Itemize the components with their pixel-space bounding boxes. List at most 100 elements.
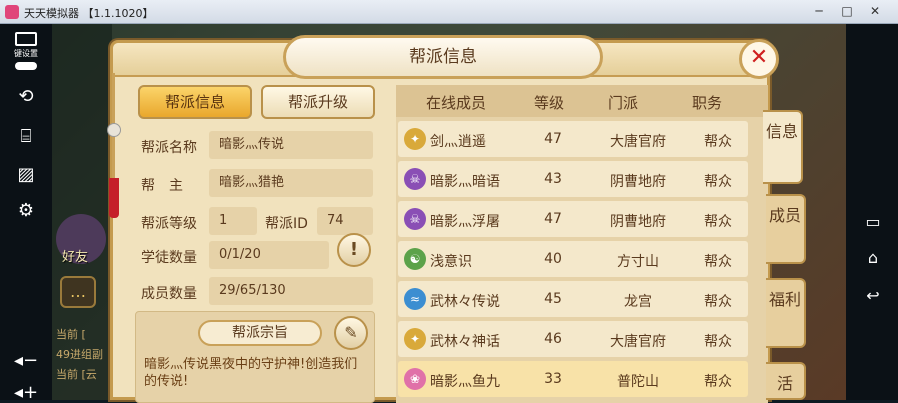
member-row[interactable]: ≈ 武林々传说 45 龙宫 帮众 [398,281,748,317]
sect-datang-icon: ✦ [404,328,426,350]
recent-apps-icon[interactable]: ▭ [862,212,884,231]
member-row[interactable]: ☠ 暗影灬暗语 43 阴曹地府 帮众 [398,161,748,197]
rotate-screen-icon[interactable]: ⟲ [0,86,52,107]
guild-name-label: 帮派名称 [141,140,197,156]
sect-difu-icon: ☠ [404,168,426,190]
member-role: 帮众 [704,254,732,270]
member-level: 46 [544,331,562,347]
sect-datang-icon: ✦ [404,128,426,150]
friend-label: 好友 [62,250,89,265]
member-row-selected[interactable]: ❀ 暗影灬鱼九 33 普陀山 帮众 [398,361,748,397]
tab-guild-upgrade[interactable]: 帮派升级 [261,85,375,119]
member-name: 剑灬逍遥 [430,134,486,150]
member-sect: 龙宫 [624,294,652,310]
member-sect: 阴曹地府 [610,214,666,230]
member-row[interactable]: ✦ 武林々神话 46 大唐官府 帮众 [398,321,748,357]
online-member-list: 在线成员 等级 门派 职务 ✦ 剑灬逍遥 47 大唐官府 帮众 ☠ 暗影灬暗语 … [396,85,768,403]
panel-close-button[interactable]: ✕ [739,39,779,79]
home-icon[interactable]: ⌂ [862,248,884,267]
edit-brush-icon[interactable]: ✎ [334,316,368,350]
keyboard-icon [15,32,37,46]
chat-icon[interactable]: … [60,276,96,308]
member-count-label: 成员数量 [141,286,197,302]
guild-leader-label: 帮 主 [141,178,183,194]
member-sect: 阴曹地府 [610,174,666,190]
maximize-button[interactable]: □ [834,2,860,20]
member-name: 武林々神话 [430,334,500,350]
apprentice-count-value: 0/1/20 [209,241,329,269]
chat-line: 当前 [ [56,328,86,341]
header-sect: 门派 [608,94,639,112]
side-tab-members[interactable]: 成员 [766,194,806,264]
guild-purpose-text: 暗影灬传说黑夜中的守护神!创造我们的传说! [144,357,358,389]
sect-longgong-icon: ≈ [404,288,426,310]
tab-guild-info[interactable]: 帮派信息 [138,85,252,119]
member-name: 浅意识 [430,254,472,270]
header-level: 等级 [534,94,565,112]
member-role: 帮众 [704,174,732,190]
window-titlebar: 天天模拟器 【1.1.1020】 ─ □ ✕ [0,0,898,24]
guild-name-value: 暗影灬传说 [209,131,373,159]
member-level: 40 [544,251,562,267]
side-tab-info[interactable]: 信息 [763,110,803,184]
member-role: 帮众 [704,294,732,310]
member-name: 暗影灬浮屠 [430,214,500,230]
guild-purpose-title: 帮派宗旨 [198,320,322,346]
header-role: 职务 [692,94,723,112]
window-title: 天天模拟器 【1.1.1020】 [24,7,154,20]
emulator-left-toolbar: 键设置 ⟲ ⌸ ▨ ⚙ ◂− ◂+ [0,24,52,403]
guild-purpose-box: 帮派宗旨 ✎ 暗影灬传说黑夜中的守护神!创造我们的传说! [135,311,375,403]
member-role: 帮众 [704,214,732,230]
member-name: 武林々传说 [430,294,500,310]
tassel-ornament [107,73,121,218]
keyboard-settings-button[interactable]: 键设置 [0,32,52,70]
info-hint-button[interactable]: ! [337,233,371,267]
guild-level-value: 1 [209,207,257,235]
member-level: 47 [544,131,562,147]
guild-id-value: 74 [317,207,373,235]
minimize-button[interactable]: ─ [806,2,832,20]
android-nav-bar: ▭ ⌂ ↩ [846,24,898,400]
image-share-icon[interactable]: ▨ [0,164,52,185]
member-row[interactable]: ✦ 剑灬逍遥 47 大唐官府 帮众 [398,121,748,157]
member-sect: 大唐官府 [610,134,666,150]
side-tab-benefits[interactable]: 福利 [766,278,806,348]
app-icon [5,5,19,19]
member-role: 帮众 [704,134,732,150]
header-online-members: 在线成员 [426,94,487,112]
settings-gear-icon[interactable]: ⚙ [0,200,52,221]
sect-fangcun-icon: ☯ [404,248,426,270]
member-level: 45 [544,291,562,307]
apprentice-count-label: 学徒数量 [141,250,197,266]
chat-line: 当前 [云 [56,368,97,381]
sect-difu-icon: ☠ [404,208,426,230]
member-row[interactable]: ☠ 暗影灬浮屠 47 阴曹地府 帮众 [398,201,748,237]
member-role: 帮众 [704,374,732,390]
keyboard-settings-label: 键设置 [14,49,38,58]
member-level: 47 [544,211,562,227]
back-icon[interactable]: ↩ [862,286,884,305]
guild-id-label: 帮派ID [265,216,308,232]
guild-level-label: 帮派等级 [141,216,197,232]
member-name: 暗影灬鱼九 [430,374,500,390]
game-left-hud [52,24,112,400]
guild-info-panel: 帮派信息 ✕ 帮派信息 帮派升级 帮派名称 暗影灬传说 帮 主 暗影灬猎艳 帮派… [107,35,779,403]
member-name: 暗影灬暗语 [430,174,500,190]
sect-putuo-icon: ❀ [404,368,426,390]
panel-title: 帮派信息 [283,35,603,79]
member-count-value: 29/65/130 [209,277,373,305]
keyboard-toggle[interactable] [15,62,37,70]
member-sect: 大唐官府 [610,334,666,350]
member-role: 帮众 [704,334,732,350]
screenshot-icon[interactable]: ⌸ [0,126,52,147]
member-list-header: 在线成员 等级 门派 职务 [396,85,768,117]
window-close-button[interactable]: ✕ [862,2,888,20]
member-level: 33 [544,371,562,387]
volume-down-icon[interactable]: ◂− [0,350,52,371]
member-row[interactable]: ☯ 浅意识 40 方寸山 帮众 [398,241,748,277]
side-tab-activity[interactable]: 活 [766,362,806,400]
member-sect: 普陀山 [617,374,659,390]
member-sect: 方寸山 [617,254,659,270]
guild-leader-value: 暗影灬猎艳 [209,169,373,197]
member-level: 43 [544,171,562,187]
